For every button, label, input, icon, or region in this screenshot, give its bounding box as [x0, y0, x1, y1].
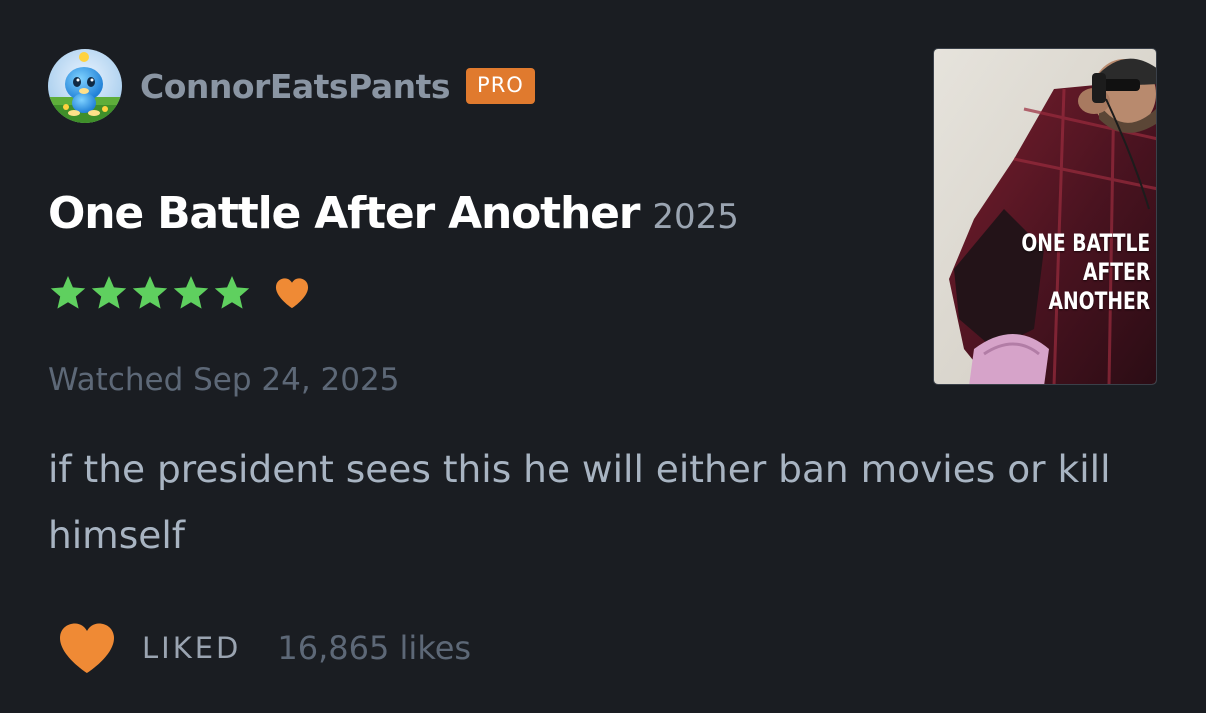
poster-artwork — [934, 49, 1156, 384]
poster-title: ONE BATTLE AFTER ANOTHER — [1021, 229, 1150, 316]
film-year-link[interactable]: 2025 — [652, 197, 739, 237]
poster-title-line: ANOTHER — [1048, 287, 1150, 315]
review-card: ConnorEatsPants PRO One Battle After Ano… — [0, 0, 1206, 713]
username-link[interactable]: ConnorEatsPants — [140, 67, 451, 106]
review-footer: LIKED 16,865 likes — [56, 620, 471, 676]
pro-badge: PRO — [466, 68, 535, 104]
star-icon — [91, 276, 127, 309]
chao-avatar-icon[interactable] — [48, 49, 122, 123]
poster-title-line: ONE BATTLE — [1021, 229, 1150, 257]
like-button[interactable]: LIKED — [56, 620, 241, 676]
star-icon — [214, 276, 250, 309]
author-row: ConnorEatsPants PRO — [48, 48, 535, 124]
star-icon — [173, 276, 209, 309]
watched-date: Watched Sep 24, 2025 — [48, 362, 400, 398]
film-title-link[interactable]: One Battle After Another — [48, 188, 640, 239]
star-icon — [132, 276, 168, 309]
liked-label: LIKED — [142, 631, 242, 665]
rating-row — [48, 273, 311, 313]
liked-heart-icon — [275, 278, 309, 309]
film-poster[interactable]: ONE BATTLE AFTER ANOTHER — [933, 48, 1157, 385]
heart-icon — [60, 623, 114, 673]
likes-count-link[interactable]: 16,865 likes — [277, 629, 471, 667]
star-icon — [50, 276, 86, 309]
review-body: if the president sees this he will eithe… — [48, 447, 1111, 557]
film-heading: One Battle After Another 2025 — [48, 188, 739, 239]
poster-title-line: AFTER — [1082, 258, 1150, 286]
